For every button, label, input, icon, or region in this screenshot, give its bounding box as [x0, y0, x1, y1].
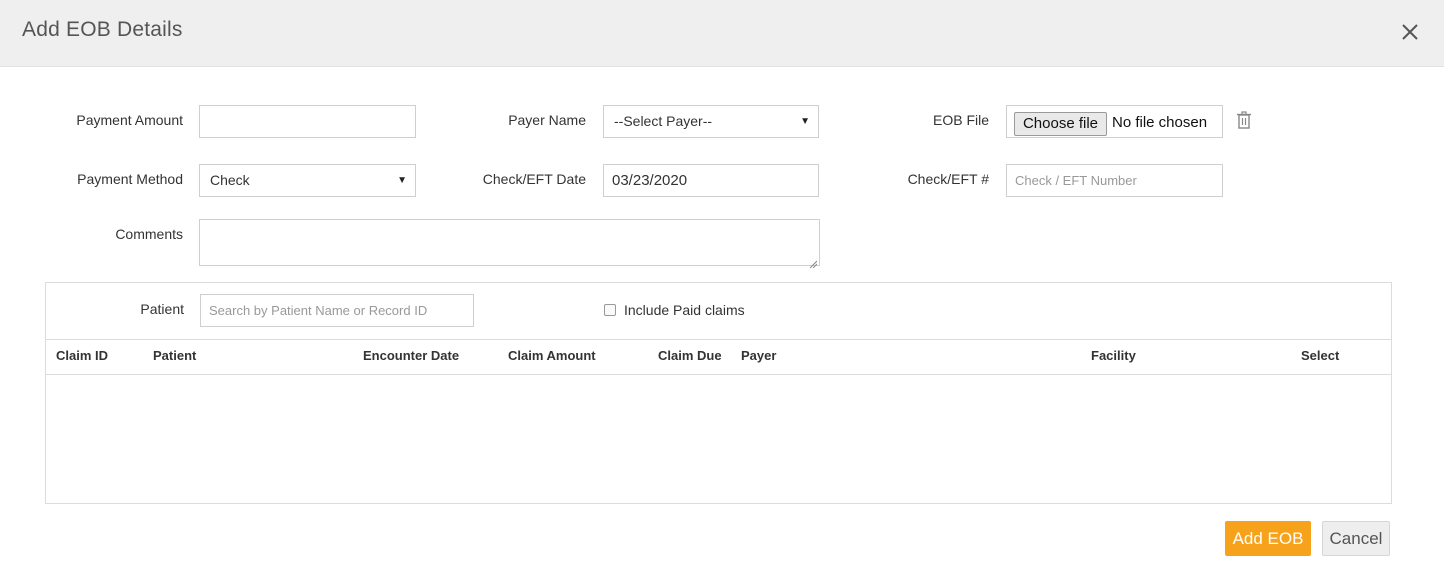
patient-search-label: Patient [140, 301, 184, 317]
payment-method-label: Payment Method [77, 171, 183, 187]
patient-search-input[interactable]: Search by Patient Name or Record ID [200, 294, 474, 327]
payment-method-value: Check [210, 172, 250, 188]
column-header-encounter-date: Encounter Date [363, 348, 460, 363]
column-header-claim-due: Claim Due [658, 348, 722, 363]
check-date-input[interactable]: 03/23/2020 [603, 164, 819, 197]
divider [46, 374, 1391, 375]
file-status: No file chosen [1112, 114, 1208, 131]
column-header-claim-id: Claim ID [56, 348, 109, 363]
cancel-button[interactable]: Cancel [1322, 521, 1390, 556]
dropdown-caret-icon: ▼ [800, 116, 810, 127]
comments-textarea[interactable] [199, 219, 820, 269]
trash-icon[interactable] [1236, 111, 1252, 129]
payer-select-value: --Select Payer-- [614, 113, 713, 129]
column-header-facility: Facility [1091, 348, 1136, 363]
close-icon[interactable] [1398, 20, 1422, 44]
dropdown-caret-icon: ▼ [397, 175, 407, 186]
payment-amount-label: Payment Amount [76, 112, 183, 128]
column-header-patient: Patient [153, 348, 197, 363]
check-number-input[interactable]: Check / EFT Number [1006, 164, 1223, 197]
payer-name-label: Payer Name [508, 112, 586, 128]
modal-title: Add EOB Details [22, 18, 183, 41]
patient-search-placeholder: Search by Patient Name or Record ID [209, 303, 428, 318]
eob-file-input[interactable]: Choose file No file chosen [1006, 105, 1223, 138]
resize-grip-icon[interactable] [809, 255, 818, 269]
column-header-payer: Payer [741, 348, 777, 363]
check-number-placeholder: Check / EFT Number [1015, 173, 1137, 188]
check-number-label: Check/EFT # [907, 171, 989, 187]
modal-header: Add EOB Details [0, 0, 1444, 67]
payment-amount-input[interactable] [199, 105, 416, 138]
add-eob-button[interactable]: Add EOB [1225, 521, 1311, 556]
include-paid-checkbox[interactable] [604, 304, 616, 316]
include-paid-label[interactable]: Include Paid claims [624, 302, 745, 318]
check-date-label: Check/EFT Date [482, 171, 586, 187]
column-header-select: Select [1301, 348, 1340, 363]
comments-label: Comments [115, 226, 183, 242]
eob-file-label: EOB File [932, 112, 989, 128]
divider [46, 339, 1391, 340]
column-header-claim-amount: Claim Amount [508, 348, 596, 363]
payer-select[interactable]: --Select Payer-- ▼ [603, 105, 819, 138]
choose-file-button[interactable]: Choose file [1014, 112, 1107, 136]
payment-method-select[interactable]: Check ▼ [199, 164, 416, 197]
